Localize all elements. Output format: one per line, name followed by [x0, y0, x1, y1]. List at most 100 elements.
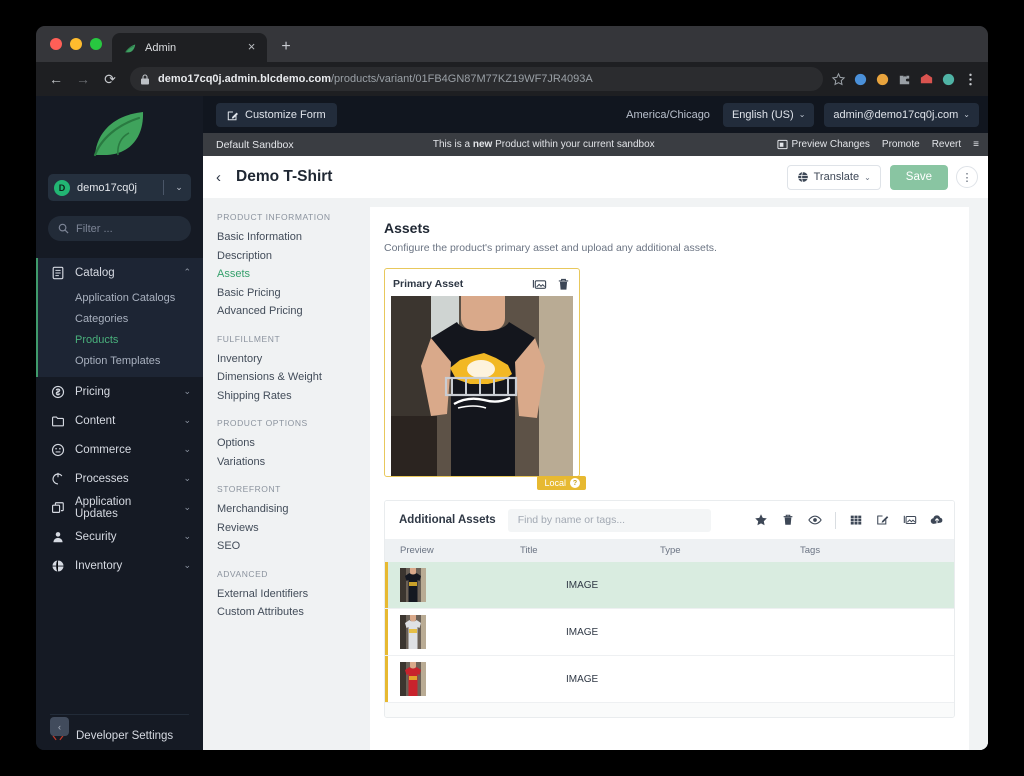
extension-globe-icon[interactable] — [853, 72, 868, 87]
chevron-down-icon[interactable]: ⌄ — [171, 182, 187, 193]
window-close-button[interactable] — [50, 38, 62, 50]
sidebar-item-security[interactable]: Security ⌄ — [38, 522, 203, 551]
assets-card: Assets Configure the product's primary a… — [370, 207, 969, 750]
section-item-variations[interactable]: Variations — [217, 453, 370, 472]
language-selector[interactable]: English (US) ⌄ — [722, 102, 815, 127]
leaf-favicon-icon — [125, 44, 136, 53]
grid-view-icon[interactable] — [849, 513, 863, 527]
address-bar[interactable]: demo17cq0j.admin.blcdemo.com/products/va… — [130, 67, 823, 91]
account-menu[interactable]: admin@demo17cq0j.com ⌄ — [824, 102, 979, 127]
bookmark-star-icon[interactable] — [831, 72, 846, 87]
window-maximize-button[interactable] — [90, 38, 102, 50]
customize-form-button[interactable]: Customize Form — [216, 102, 337, 127]
help-icon[interactable]: ? — [570, 478, 580, 488]
table-row[interactable]: IMAGE — [385, 562, 954, 609]
asset-toolbar-actions — [754, 511, 944, 529]
section-item-shipping-rates[interactable]: Shipping Rates — [217, 387, 370, 406]
cloud-upload-icon[interactable] — [930, 513, 944, 527]
new-tab-button[interactable]: + — [273, 34, 299, 60]
tab-close-icon[interactable]: × — [244, 40, 259, 55]
section-item-dimensions-weight[interactable]: Dimensions & Weight — [217, 368, 370, 387]
inventory-icon — [52, 559, 64, 572]
section-item-basic-information[interactable]: Basic Information — [217, 228, 370, 247]
section-item-basic-pricing[interactable]: Basic Pricing — [217, 284, 370, 303]
trash-icon[interactable] — [556, 277, 571, 292]
sidebar-item-content[interactable]: Content ⌄ — [38, 406, 203, 435]
section-item-inventory[interactable]: Inventory — [217, 350, 370, 369]
leaf-logo-icon — [93, 112, 143, 157]
star-icon[interactable] — [754, 513, 768, 527]
section-group-title: STOREFRONT — [217, 484, 281, 494]
section-item-advanced-pricing[interactable]: Advanced Pricing — [217, 302, 370, 321]
extension-orange-icon[interactable] — [875, 72, 890, 87]
save-button[interactable]: Save — [889, 164, 948, 190]
extension-red-icon[interactable] — [919, 72, 934, 87]
sidebar-filter-input[interactable]: Filter ... — [48, 216, 191, 241]
revert-button[interactable]: Revert — [932, 139, 961, 150]
page-body: PRODUCT INFORMATION Basic Information Desc… — [203, 198, 988, 750]
asset-preview-thumbnail[interactable] — [400, 615, 426, 649]
extension-teal-icon[interactable] — [941, 72, 956, 87]
section-item-merchandising[interactable]: Merchandising — [217, 500, 370, 519]
asset-preview-thumbnail[interactable] — [400, 662, 426, 696]
forward-button[interactable]: → — [71, 67, 95, 91]
table-row[interactable]: IMAGE — [385, 656, 954, 703]
sidebar-item-categories[interactable]: Categories — [38, 308, 203, 329]
extension-puzzle-icon[interactable] — [897, 72, 912, 87]
asset-preview-thumbnail[interactable] — [400, 568, 426, 602]
sidebar-item-products[interactable]: Products — [38, 329, 203, 350]
back-button[interactable]: ← — [44, 67, 68, 91]
section-item-description[interactable]: Description — [217, 247, 370, 266]
reload-button[interactable]: ⟳ — [98, 67, 122, 91]
sandbox-menu-icon[interactable]: ≡ — [973, 139, 979, 150]
tenant-avatar: D — [54, 179, 70, 196]
trash-icon[interactable] — [781, 513, 795, 527]
catalog-icon — [52, 266, 64, 279]
sidebar-collapse-button[interactable]: ‹ — [50, 717, 69, 736]
translate-button[interactable]: Translate ⌄ — [786, 164, 881, 190]
section-item-reviews[interactable]: Reviews — [217, 519, 370, 538]
asset-table-header: Preview Title Type Tags — [385, 539, 954, 562]
sidebar-item-application-updates[interactable]: Application Updates ⌄ — [38, 493, 203, 522]
column-header-tags: Tags — [800, 545, 821, 556]
section-item-assets[interactable]: Assets — [217, 265, 370, 284]
browser-tab-title: Admin — [145, 41, 177, 54]
preview-changes-button[interactable]: Preview Changes — [776, 139, 870, 150]
section-group: ADVANCED External Identifiers Custom Attri… — [217, 569, 370, 622]
sidebar-item-commerce[interactable]: Commerce ⌄ — [38, 435, 203, 464]
sidebar-item-pricing[interactable]: Pricing ⌄ — [38, 377, 203, 406]
duplicate-image-icon[interactable] — [903, 513, 917, 527]
back-chevron-icon[interactable]: ‹ — [216, 169, 236, 186]
eye-icon[interactable] — [808, 513, 822, 527]
section-item-options[interactable]: Options — [217, 434, 370, 453]
asset-search-input[interactable]: Find by name or tags... — [507, 508, 711, 532]
tenant-picker[interactable]: D demo17cq0j ⌄ — [48, 174, 191, 201]
section-item-external-identifiers[interactable]: External Identifiers — [217, 585, 370, 604]
section-item-seo[interactable]: SEO — [217, 537, 370, 556]
sandbox-name: Default Sandbox — [216, 138, 294, 151]
primary-asset-card[interactable]: Primary Asset Local ? — [384, 268, 586, 490]
browser-tab[interactable]: Admin × — [112, 33, 267, 62]
page-header: ‹ Demo T-Shirt Translate ⌄ Save ⋮ — [203, 156, 988, 198]
primary-asset-image[interactable] — [391, 296, 573, 476]
chevron-down-icon: ⌄ — [183, 560, 191, 570]
primary-asset-header: Primary Asset — [391, 275, 573, 293]
sidebar-item-inventory[interactable]: Inventory ⌄ — [38, 551, 203, 580]
sidebar-item-option-templates[interactable]: Option Templates — [38, 350, 203, 371]
sidebar-item-catalog[interactable]: Catalog ⌃ — [38, 258, 203, 287]
table-row[interactable]: IMAGE — [385, 609, 954, 656]
promote-button[interactable]: Promote — [882, 139, 920, 150]
window-minimize-button[interactable] — [70, 38, 82, 50]
sidebar-item-processes[interactable]: Processes ⌄ — [38, 464, 203, 493]
commerce-icon — [51, 443, 65, 456]
section-item-custom-attributes[interactable]: Custom Attributes — [217, 603, 370, 622]
edit-external-icon[interactable] — [876, 513, 890, 527]
url-domain: demo17cq0j.admin.blcdemo.com — [158, 73, 331, 85]
chevron-down-icon: ⌄ — [864, 172, 871, 182]
asset-search-placeholder: Find by name or tags... — [517, 514, 626, 526]
replace-image-icon[interactable] — [532, 277, 547, 292]
browser-menu-icon[interactable] — [963, 72, 978, 87]
main-sidebar: D demo17cq0j ⌄ Filter ... Catalog ⌃ Applic… — [36, 96, 203, 750]
page-more-menu-button[interactable]: ⋮ — [956, 166, 978, 188]
sidebar-item-application-catalogs[interactable]: Application Catalogs — [38, 287, 203, 308]
